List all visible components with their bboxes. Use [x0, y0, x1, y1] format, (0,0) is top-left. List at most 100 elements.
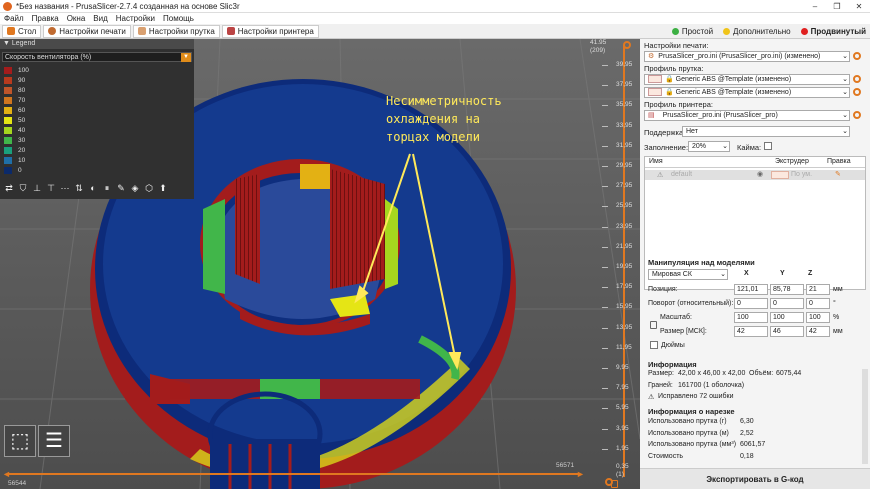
export-gcode-button[interactable]: Экспортировать в G-код	[640, 468, 870, 489]
position-x-input[interactable]: 121,01	[734, 284, 768, 295]
color-changes-icon[interactable]: ◐	[86, 183, 100, 195]
info-facets-label: Граней:	[648, 382, 673, 389]
tool-changes-icon[interactable]: ⇅	[72, 183, 86, 195]
menu-edit[interactable]: Правка	[28, 14, 63, 23]
print-settings-combo[interactable]: ⚙ PrusaSlicer_pro.ini (PrusaSlicer_pro.in…	[644, 51, 850, 62]
position-y-input[interactable]: 85,78	[770, 284, 804, 295]
slice-info-value: 6061,57	[740, 441, 766, 448]
coordinate-system-select[interactable]: Мировая СК ⌄	[648, 269, 728, 280]
layer-tick-label: 9,95	[616, 364, 629, 371]
menu-view[interactable]: Вид	[89, 14, 111, 23]
layer-tick-mark	[602, 287, 608, 289]
brim-label: Кайма:	[737, 143, 762, 152]
gear-icon[interactable]	[853, 111, 861, 119]
visibility-eye-icon[interactable]: ◉	[757, 170, 763, 178]
minimize-button[interactable]: –	[804, 2, 826, 11]
wipe-icon[interactable]: ⛉	[16, 183, 30, 195]
gear-icon[interactable]	[853, 88, 861, 96]
cog-bottom-icon[interactable]	[605, 478, 613, 486]
layer-tick-label: 19,95	[616, 263, 633, 270]
filament-combo-1[interactable]: 🔒 Generic ABS @Template (изменено) ⌄	[644, 74, 850, 85]
layer-tick-label: 15,95	[616, 303, 633, 311]
menu-file[interactable]: Файл	[0, 14, 28, 23]
printer-profile-label: Профиль принтера:	[644, 100, 713, 109]
scale-x-input[interactable]: 100	[734, 312, 768, 323]
custom-gcode-icon[interactable]: ✎	[114, 183, 128, 195]
window-title: *Без названия - PrusaSlicer-2.7.4 создан…	[16, 1, 240, 11]
filament-color-icon	[648, 88, 662, 97]
shells-icon[interactable]: ⬡	[142, 183, 156, 195]
sidebar-scrollbar[interactable]	[862, 369, 868, 464]
menu-windows[interactable]: Окна	[63, 14, 90, 23]
object-extruder[interactable]: По ум.	[791, 171, 812, 178]
3d-view-icon[interactable]: ⬚	[4, 425, 36, 457]
legend-label: 40	[18, 126, 26, 134]
slider-left-thumb-icon[interactable]: ◄	[2, 469, 11, 479]
preview-layers-icon[interactable]: ☰	[38, 425, 70, 457]
size-x-input[interactable]: 42	[734, 326, 768, 337]
layer-tick-label: 29,95	[616, 162, 633, 169]
retractions-icon[interactable]: ⊥	[30, 183, 44, 195]
brim-checkbox[interactable]	[764, 142, 772, 150]
inches-label: Дюймы	[661, 342, 685, 349]
rotation-z-input[interactable]: 0	[806, 298, 830, 309]
size-y-input[interactable]: 46	[770, 326, 804, 337]
tab-label: Настройки прутка	[148, 26, 215, 36]
gear-icon[interactable]	[853, 75, 861, 83]
mode-expert[interactable]: Продвинутый	[800, 27, 866, 36]
size-z-input[interactable]: 42	[806, 326, 830, 337]
supports-label: Поддержка:	[644, 128, 686, 137]
gear-icon: ⚙	[648, 53, 655, 60]
tab-printer-settings[interactable]: Настройки принтера	[221, 24, 319, 38]
tab-print-settings[interactable]: Настройки печати	[43, 24, 131, 38]
tab-filament-settings[interactable]: Настройки прутка	[132, 24, 220, 38]
legend-header[interactable]: ▼ Legend	[0, 39, 194, 49]
close-button[interactable]: ✕	[848, 2, 870, 11]
gear-icon[interactable]	[853, 52, 861, 60]
scale-y-input[interactable]: 100	[770, 312, 804, 323]
filament-combo-2[interactable]: 🔒 Generic ABS @Template (изменено) ⌄	[644, 87, 850, 98]
menu-help[interactable]: Помощь	[159, 14, 198, 23]
mode-dot-icon	[723, 28, 731, 35]
sidebar: Настройки печати: ⚙ PrusaSlicer_pro.ini (…	[640, 39, 870, 489]
layer-slider[interactable]: 41.95 (209) 39,95 37,95 35,95 33,95 31,95 29,…	[590, 39, 640, 489]
legend-view-type-select[interactable]: Скорость вентилятора (%) ▼	[2, 52, 192, 62]
pause-icon[interactable]: ⏸	[100, 183, 114, 195]
menu-settings[interactable]: Настройки	[112, 14, 159, 23]
supports-combo[interactable]: Нет ⌄	[682, 126, 850, 137]
legend-title: Legend	[11, 40, 36, 47]
horizontal-slider-high-label: 56571	[556, 462, 575, 469]
inches-checkbox[interactable]	[650, 341, 658, 349]
axis-y-label: Y	[780, 270, 785, 277]
tab-plater[interactable]: Стол	[2, 24, 42, 38]
slider-right-thumb-icon[interactable]: ►	[576, 469, 585, 479]
printer-combo[interactable]: ▤ PrusaSlicer_pro.ini (PrusaSlicer_pro) ⌄	[644, 110, 850, 121]
mode-simple[interactable]: Простой	[671, 27, 713, 36]
printer-icon	[226, 27, 235, 35]
object-row[interactable]: ⚠ default ◉ По ум. ✎	[645, 170, 865, 180]
position-z-input[interactable]: 21	[806, 284, 830, 295]
horizontal-slider-low-label: 56544	[8, 480, 27, 487]
info-size-label: Размер:	[648, 370, 675, 377]
center-of-gravity-icon[interactable]: ◈	[128, 183, 142, 195]
seams-icon[interactable]: ⋯	[58, 183, 72, 195]
deretractions-icon[interactable]: ⊤	[44, 183, 58, 195]
layer-tick-mark	[602, 428, 608, 430]
edit-icon[interactable]: ✎	[835, 170, 841, 178]
infill-combo[interactable]: 20% ⌄	[688, 141, 730, 152]
maximize-button[interactable]: ❐	[826, 2, 848, 11]
layer-slider-top-value: 41.95	[590, 39, 607, 46]
rotation-x-input[interactable]: 0	[734, 298, 768, 309]
travel-icon[interactable]: ⇄	[2, 183, 16, 195]
mode-advanced[interactable]: Дополнительно	[723, 27, 791, 36]
lock-icon[interactable]	[650, 321, 657, 329]
lock-icon: 🔒	[665, 76, 674, 83]
rotation-y-input[interactable]: 0	[770, 298, 804, 309]
gear-icon[interactable]	[623, 41, 631, 49]
scale-z-input[interactable]: 100	[806, 312, 830, 323]
chevron-down-icon: ⌄	[722, 143, 728, 150]
layer-tick-label: 33,95	[616, 121, 633, 129]
horizontal-slider[interactable]: ◄ ► 56544 56571	[0, 462, 594, 489]
supports-value: Нет	[686, 128, 698, 135]
tool-marker-icon[interactable]: ⬆	[156, 183, 170, 195]
